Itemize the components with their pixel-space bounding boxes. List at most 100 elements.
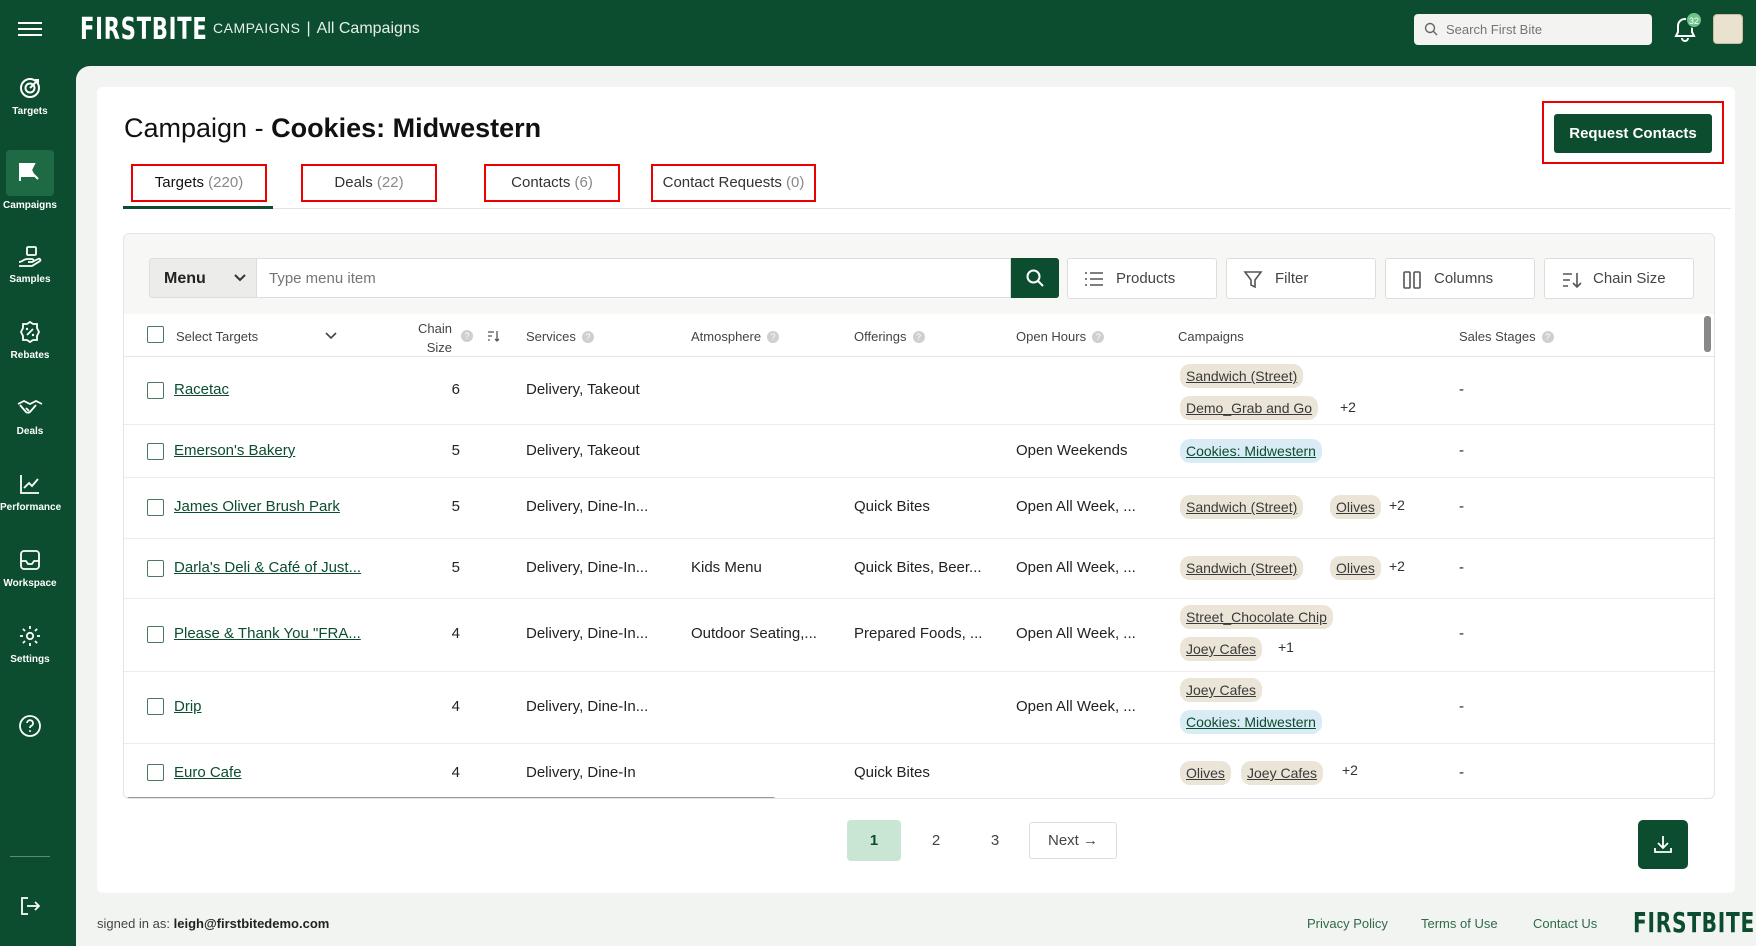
chevron-down-icon bbox=[234, 274, 246, 282]
campaign-chip[interactable]: Joey Cafes bbox=[1180, 678, 1263, 702]
hamburger-menu-icon[interactable] bbox=[18, 18, 42, 42]
menu-type-select[interactable]: Menu bbox=[149, 258, 257, 298]
download-button[interactable] bbox=[1638, 820, 1688, 869]
help-icon[interactable]: ? bbox=[1541, 331, 1554, 343]
column-atmosphere[interactable]: Atmosphere? bbox=[691, 329, 780, 344]
campaign-chip[interactable]: Sandwich (Street) bbox=[1180, 364, 1304, 388]
column-chain-size[interactable]: Chain Size bbox=[414, 319, 452, 357]
more-campaigns-count[interactable]: +2 bbox=[1389, 497, 1405, 513]
products-button[interactable]: Products bbox=[1067, 258, 1217, 299]
services-value: Delivery, Dine-In bbox=[526, 764, 636, 781]
target-name-link[interactable]: Racetac bbox=[174, 381, 229, 398]
footer-logo[interactable]: FIRSTBITE bbox=[1633, 906, 1755, 939]
row-checkbox[interactable] bbox=[147, 626, 164, 643]
column-campaigns[interactable]: Campaigns bbox=[1178, 329, 1244, 344]
table-row: Darla's Deli & Café of Just... 5 Deliver… bbox=[124, 539, 1714, 599]
vertical-scrollbar[interactable] bbox=[1704, 316, 1711, 352]
select-all-checkbox[interactable] bbox=[147, 326, 164, 343]
open-hours-value: Open All Week, ... bbox=[1016, 498, 1136, 515]
sidebar-item-deals[interactable]: Deals bbox=[0, 396, 60, 437]
sidebar-divider bbox=[10, 856, 50, 857]
more-campaigns-count[interactable]: +2 bbox=[1389, 558, 1405, 574]
page-3-button[interactable]: 3 bbox=[975, 820, 1015, 861]
campaign-chip[interactable]: Joey Cafes bbox=[1241, 761, 1324, 785]
column-open-hours[interactable]: Open Hours? bbox=[1016, 329, 1105, 344]
sidebar-item-campaigns[interactable]: Campaigns bbox=[0, 150, 60, 211]
tab-contact-requests[interactable]: Contact Requests (0) bbox=[651, 164, 816, 202]
campaign-chip[interactable]: Olives bbox=[1180, 761, 1231, 785]
columns-button[interactable]: Columns bbox=[1385, 258, 1535, 299]
chain-size-button[interactable]: Chain Size bbox=[1544, 258, 1694, 299]
target-name-link[interactable]: Darla's Deli & Café of Just... bbox=[174, 559, 361, 576]
terms-of-use-link[interactable]: Terms of Use bbox=[1421, 916, 1498, 931]
row-checkbox[interactable] bbox=[147, 764, 164, 781]
campaign-chip[interactable]: Joey Cafes bbox=[1180, 637, 1263, 661]
column-select-targets[interactable]: Select Targets bbox=[176, 329, 258, 344]
help-icon[interactable]: ? bbox=[461, 330, 473, 342]
sidebar-item-settings[interactable]: Settings bbox=[0, 624, 60, 665]
tab-targets[interactable]: Targets (220) bbox=[131, 164, 267, 202]
next-page-button[interactable]: Next → bbox=[1029, 822, 1117, 859]
user-avatar[interactable] bbox=[1713, 14, 1743, 44]
column-sales-stages[interactable]: Sales Stages? bbox=[1459, 329, 1554, 344]
target-icon bbox=[20, 78, 40, 98]
row-checkbox[interactable] bbox=[147, 698, 164, 715]
campaign-chip[interactable]: Olives bbox=[1330, 556, 1381, 580]
chevron-down-icon[interactable] bbox=[325, 332, 337, 340]
campaign-chip[interactable]: Demo_Grab and Go bbox=[1180, 396, 1319, 420]
sort-icon[interactable] bbox=[487, 330, 501, 342]
target-name-link[interactable]: Emerson's Bakery bbox=[174, 442, 295, 459]
menu-item-search-input[interactable] bbox=[257, 258, 1011, 298]
row-checkbox[interactable] bbox=[147, 382, 164, 399]
sidebar-item-rebates[interactable]: Rebates bbox=[0, 320, 60, 361]
page-2-button[interactable]: 2 bbox=[916, 820, 956, 861]
target-name-link[interactable]: Drip bbox=[174, 698, 202, 715]
horizontal-scrollbar[interactable] bbox=[126, 797, 776, 798]
row-checkbox[interactable] bbox=[147, 560, 164, 577]
breadcrumb-campaigns[interactable]: CAMPAIGNS bbox=[213, 20, 300, 36]
global-search[interactable] bbox=[1414, 14, 1652, 45]
filter-button[interactable]: Filter bbox=[1226, 258, 1376, 299]
campaign-chip[interactable]: Sandwich (Street) bbox=[1180, 495, 1304, 519]
more-campaigns-count[interactable]: +1 bbox=[1278, 639, 1294, 655]
page-1-button[interactable]: 1 bbox=[847, 820, 901, 861]
open-hours-value: Open All Week, ... bbox=[1016, 698, 1136, 715]
help-icon[interactable]: ? bbox=[581, 331, 594, 343]
menu-search-button[interactable] bbox=[1011, 258, 1059, 298]
sales-stage-value: - bbox=[1459, 625, 1464, 642]
firstbite-logo[interactable]: FIRSTBITE bbox=[80, 12, 208, 47]
more-campaigns-count[interactable]: +2 bbox=[1340, 399, 1356, 415]
request-contacts-button[interactable]: Request Contacts bbox=[1554, 114, 1712, 153]
sales-stage-value: - bbox=[1459, 764, 1464, 781]
privacy-policy-link[interactable]: Privacy Policy bbox=[1307, 916, 1388, 931]
campaign-chip[interactable]: Olives bbox=[1330, 495, 1381, 519]
target-name-link[interactable]: James Oliver Brush Park bbox=[174, 498, 340, 515]
logout-icon[interactable] bbox=[18, 894, 42, 918]
sidebar-item-samples[interactable]: Samples bbox=[0, 244, 60, 285]
breadcrumb-all-campaigns[interactable]: All Campaigns bbox=[317, 20, 420, 37]
help-icon[interactable]: ? bbox=[1092, 331, 1105, 343]
column-services[interactable]: Services? bbox=[526, 329, 594, 344]
campaign-chip[interactable]: Cookies: Midwestern bbox=[1180, 710, 1322, 734]
campaign-chip[interactable]: Sandwich (Street) bbox=[1180, 556, 1304, 580]
help-icon[interactable] bbox=[18, 714, 42, 738]
row-checkbox[interactable] bbox=[147, 499, 164, 516]
row-checkbox[interactable] bbox=[147, 443, 164, 460]
more-campaigns-count[interactable]: +2 bbox=[1342, 762, 1358, 778]
campaign-chip[interactable]: Cookies: Midwestern bbox=[1180, 439, 1322, 463]
tab-deals[interactable]: Deals (22) bbox=[301, 164, 437, 202]
active-tab-indicator bbox=[123, 206, 273, 209]
help-icon[interactable]: ? bbox=[912, 331, 925, 343]
help-icon[interactable]: ? bbox=[767, 331, 780, 343]
tab-contacts[interactable]: Contacts (6) bbox=[484, 164, 620, 202]
columns-icon bbox=[1403, 271, 1421, 289]
target-name-link[interactable]: Euro Cafe bbox=[174, 764, 242, 781]
sidebar-item-targets[interactable]: Targets bbox=[0, 76, 60, 117]
global-search-input[interactable] bbox=[1446, 19, 1642, 40]
sidebar-item-workspace[interactable]: Workspace bbox=[0, 548, 60, 589]
target-name-link[interactable]: Please & Thank You "FRA... bbox=[174, 625, 361, 642]
contact-us-link[interactable]: Contact Us bbox=[1533, 916, 1597, 931]
campaign-chip[interactable]: Street_Chocolate Chip bbox=[1180, 605, 1333, 629]
sidebar-item-performance[interactable]: Performance bbox=[0, 472, 61, 513]
column-offerings[interactable]: Offerings? bbox=[854, 329, 925, 344]
